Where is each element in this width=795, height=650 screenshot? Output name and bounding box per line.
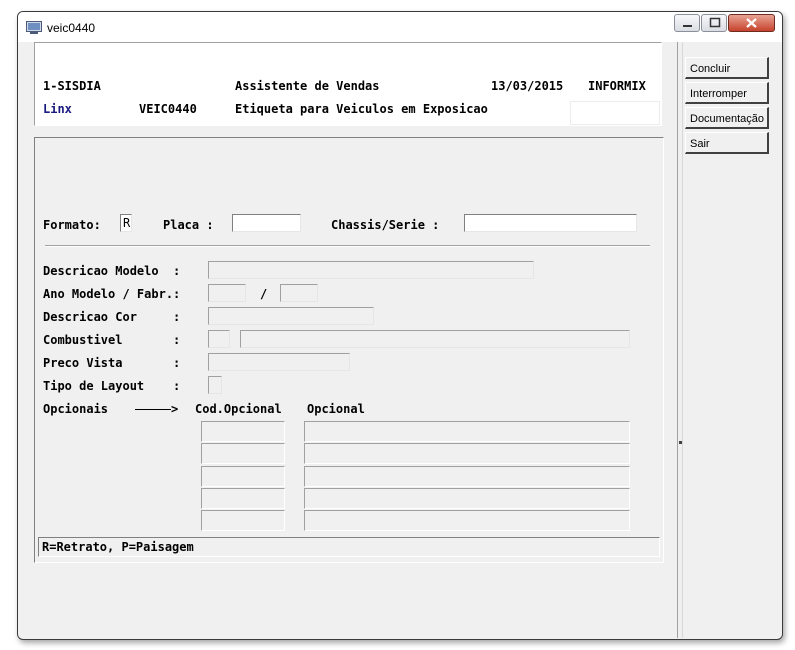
opcional-cell[interactable] (304, 421, 630, 442)
placa-input[interactable] (232, 214, 301, 232)
ano-separator: / (260, 287, 268, 301)
status-bar: R=Retrato, P=Paisagem (38, 537, 660, 557)
opcionais-label: Opcionais (43, 402, 109, 416)
cod-opcional-cell[interactable] (201, 488, 285, 509)
preco-vista-field (208, 353, 350, 371)
sair-button[interactable]: Sair (685, 132, 769, 154)
opcional-cell[interactable] (304, 443, 630, 464)
minimize-icon (683, 25, 692, 27)
side-panel-divider-inner (682, 42, 683, 638)
descricao-modelo-label: Descricao Modelo : (43, 264, 181, 278)
formato-label: Formato: (43, 218, 101, 232)
cod-opcional-header: Cod.Opcional (195, 402, 282, 416)
cod-opcional-cell[interactable] (201, 421, 285, 442)
date-display: 13/03/2015 (491, 79, 564, 93)
window-title: veic0440 (47, 21, 96, 35)
descricao-modelo-field (208, 261, 534, 279)
side-panel-divider (677, 42, 678, 638)
combustivel-desc-field (240, 330, 630, 348)
header-panel: 1-SISDIA Assistente de Vendas 13/03/2015… (34, 42, 662, 126)
resize-marker (679, 441, 682, 444)
documentacao-button[interactable]: Documentação (685, 107, 769, 129)
maximize-button[interactable] (701, 14, 727, 32)
combustivel-label: Combustivel : (43, 333, 181, 347)
preco-vista-label: Preco Vista : (43, 356, 181, 370)
header-blank-field (570, 101, 660, 125)
placa-label: Placa : (163, 218, 214, 232)
opcional-header: Opcional (307, 402, 365, 416)
formato-value: R (123, 216, 131, 230)
ano-modelo-field (208, 284, 246, 302)
company-name: Linx (43, 102, 72, 116)
close-button[interactable] (728, 14, 775, 32)
interromper-button[interactable]: Interromper (685, 82, 769, 104)
ano-fabricacao-field (280, 284, 318, 302)
system-name: 1-SISDIA (43, 79, 101, 93)
opcional-cell[interactable] (304, 488, 630, 509)
app-icon (26, 20, 42, 34)
opcional-cell[interactable] (304, 466, 630, 487)
app-title: Assistente de Vendas (235, 79, 380, 93)
app-window: veic0440 1-SISDIA Assistente de Vendas 1… (17, 11, 783, 640)
minimize-button[interactable] (674, 14, 700, 32)
tipo-layout-label: Tipo de Layout : (43, 379, 181, 393)
chassis-label: Chassis/Serie : (331, 218, 440, 232)
cod-opcional-cell[interactable] (201, 510, 285, 531)
title-bar: veic0440 (18, 12, 782, 42)
descricao-cor-label: Descricao Cor : (43, 310, 181, 324)
form-divider (45, 245, 650, 247)
concluir-button[interactable]: Concluir (685, 57, 769, 79)
opcionais-arrow-line (135, 409, 171, 410)
page-subtitle: Etiqueta para Veiculos em Exposicao (235, 102, 488, 116)
tipo-layout-field (208, 376, 222, 394)
descricao-cor-field (208, 307, 374, 325)
combustivel-code-field (208, 330, 230, 348)
maximize-icon (709, 17, 721, 28)
database-name: INFORMIX (588, 79, 646, 93)
opcionais-arrow-head: > (171, 402, 179, 416)
cod-opcional-cell[interactable] (201, 443, 285, 464)
ano-modelo-label: Ano Modelo / Fabr.: (43, 287, 181, 301)
opcional-cell[interactable] (304, 510, 630, 531)
cod-opcional-cell[interactable] (201, 466, 285, 487)
formato-input[interactable]: R (120, 214, 132, 232)
status-text: R=Retrato, P=Paisagem (42, 540, 194, 554)
close-icon (746, 18, 757, 28)
program-code: VEIC0440 (139, 102, 197, 116)
chassis-input[interactable] (464, 214, 637, 232)
form-panel: Formato: R Placa : Chassis/Serie : Descr… (34, 137, 664, 563)
